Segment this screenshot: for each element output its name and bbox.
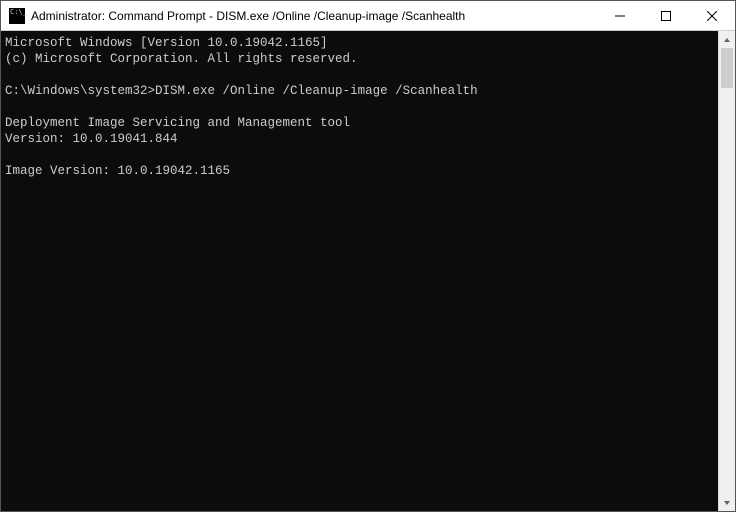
- cmd-icon: [9, 8, 25, 24]
- scrollbar-thumb[interactable]: [721, 48, 733, 88]
- prompt-line: C:\Windows\system32>DISM.exe /Online /Cl…: [5, 84, 478, 98]
- minimize-button[interactable]: [597, 1, 643, 30]
- scrollbar-track[interactable]: [719, 48, 735, 494]
- window-controls: [597, 1, 735, 30]
- minimize-icon: [615, 11, 625, 21]
- chevron-down-icon: [723, 499, 731, 507]
- output-line: Deployment Image Servicing and Managemen…: [5, 116, 350, 130]
- close-icon: [707, 11, 717, 21]
- scroll-down-button[interactable]: [719, 494, 735, 511]
- prompt: C:\Windows\system32>: [5, 84, 155, 98]
- output-line: Version: 10.0.19041.844: [5, 132, 178, 146]
- terminal-output[interactable]: Microsoft Windows [Version 10.0.19042.11…: [1, 31, 718, 511]
- client-area: Microsoft Windows [Version 10.0.19042.11…: [1, 31, 735, 511]
- maximize-button[interactable]: [643, 1, 689, 30]
- maximize-icon: [661, 11, 671, 21]
- scroll-up-button[interactable]: [719, 31, 735, 48]
- entered-command: DISM.exe /Online /Cleanup-image /Scanhea…: [155, 84, 478, 98]
- close-button[interactable]: [689, 1, 735, 30]
- titlebar[interactable]: Administrator: Command Prompt - DISM.exe…: [1, 1, 735, 31]
- output-line: (c) Microsoft Corporation. All rights re…: [5, 52, 358, 66]
- output-line: Image Version: 10.0.19042.1165: [5, 164, 230, 178]
- vertical-scrollbar[interactable]: [718, 31, 735, 511]
- output-line: Microsoft Windows [Version 10.0.19042.11…: [5, 36, 328, 50]
- chevron-up-icon: [723, 36, 731, 44]
- window-title: Administrator: Command Prompt - DISM.exe…: [31, 9, 597, 23]
